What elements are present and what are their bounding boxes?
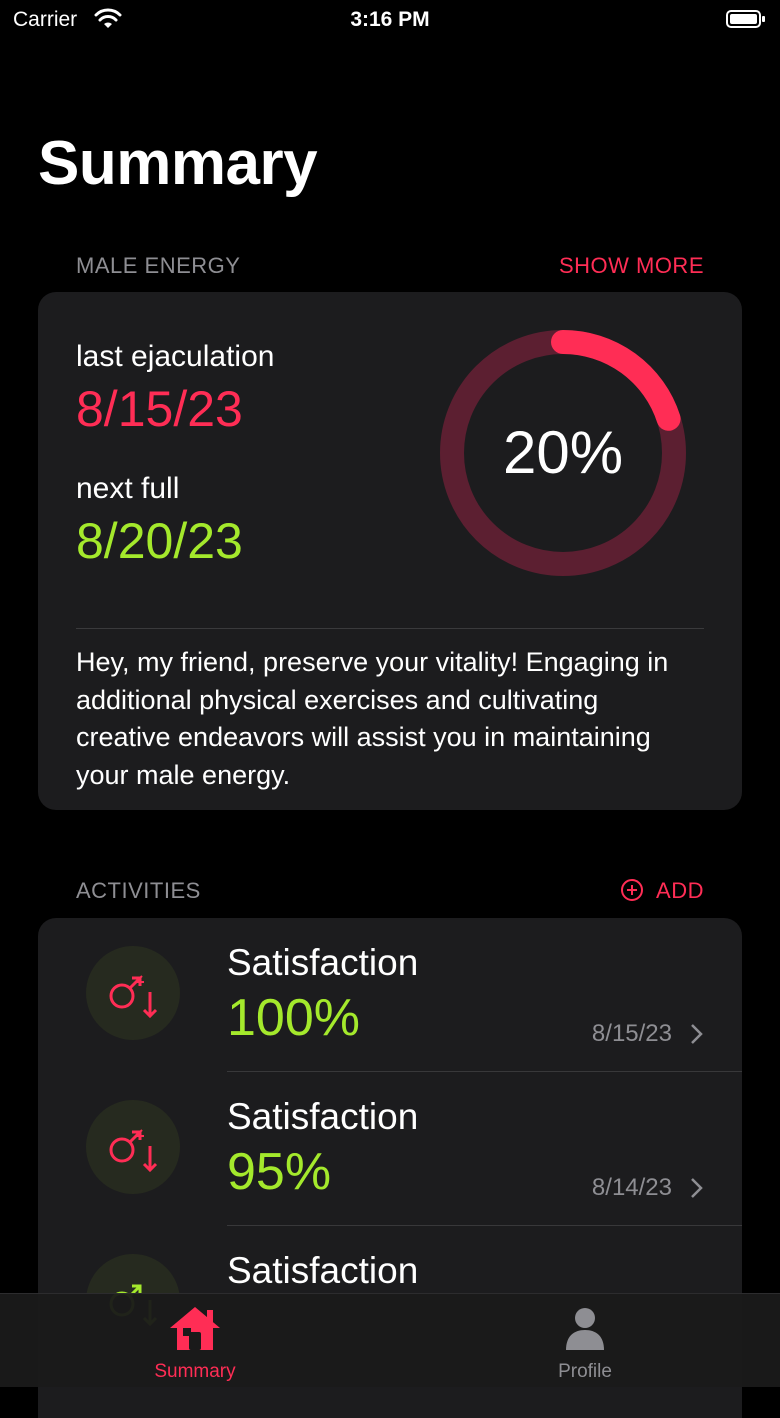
male-energy-label: MALE ENERGY (76, 253, 241, 278)
activity-date: 8/14/23 (591, 1174, 672, 1201)
activities-header: ACTIVITIES ADD (76, 878, 704, 908)
male-energy-header: MALE ENERGY SHOW MORE (76, 253, 704, 283)
card-divider (76, 628, 704, 629)
activities-label: ACTIVITIES (76, 878, 201, 903)
energy-percent: 20% (502, 419, 624, 486)
show-more-button[interactable]: SHOW MORE (559, 253, 704, 279)
activity-value: 100% (227, 989, 360, 1047)
activity-title: Satisfaction (227, 1250, 419, 1291)
activity-title: Satisfaction (227, 1096, 419, 1137)
add-activity-button[interactable]: ADD (620, 878, 704, 904)
battery-icon (726, 10, 765, 28)
activity-icon-circle (86, 1100, 180, 1194)
list-item[interactable]: Satisfaction 95% 8/14/23 (38, 1072, 742, 1226)
activity-icon-circle (86, 946, 180, 1040)
list-item[interactable]: Satisfaction 100% 8/15/23 (38, 918, 742, 1072)
next-full-label: next full (76, 472, 180, 505)
next-full-date: 8/20/23 (76, 513, 243, 569)
activity-date: 8/15/23 (591, 1020, 672, 1047)
last-ejaculation-label: last ejaculation (76, 340, 275, 373)
activity-title: Satisfaction (227, 942, 419, 983)
last-ejaculation-date: 8/15/23 (76, 381, 243, 437)
person-icon (566, 1308, 604, 1350)
add-label: ADD (656, 878, 704, 903)
tab-summary[interactable]: Summary (0, 1294, 390, 1387)
house-icon (170, 1307, 220, 1350)
tab-bar: Summary Profile (0, 1293, 780, 1387)
tab-profile[interactable]: Profile (390, 1294, 780, 1387)
chevron-right-icon (691, 1178, 703, 1198)
clock: 3:16 PM (350, 8, 430, 31)
advice-text: Hey, my friend, preserve your vitality! … (76, 647, 669, 790)
chevron-right-icon (691, 1024, 703, 1044)
tab-summary-label: Summary (154, 1361, 236, 1382)
activity-value: 95% (227, 1143, 332, 1201)
male-symbol-icon (109, 975, 158, 1019)
male-symbol-icon (109, 1129, 158, 1173)
status-bar: Carrier 3:16 PM (0, 0, 780, 40)
plus-circle-icon (621, 879, 644, 901)
page-title: Summary (38, 129, 318, 198)
male-energy-card[interactable]: last ejaculation 8/15/23 next full 8/20/… (38, 292, 742, 810)
tab-profile-label: Profile (558, 1361, 612, 1382)
